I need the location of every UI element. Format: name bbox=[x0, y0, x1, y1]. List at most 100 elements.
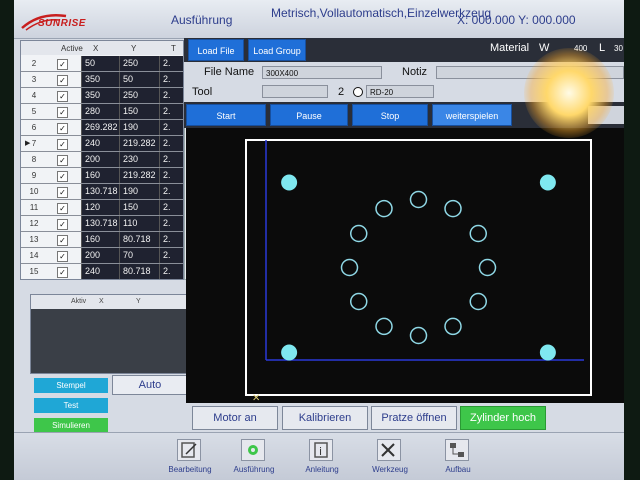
cell-y: 250 bbox=[119, 56, 159, 71]
nav-werkzeug-label: Werkzeug bbox=[372, 465, 408, 474]
nav-ausfuehrung[interactable]: Ausführung bbox=[224, 439, 284, 479]
active-checkbox[interactable]: ✓ bbox=[57, 235, 68, 246]
cell-x: 130.718 bbox=[81, 184, 119, 199]
tool-field[interactable] bbox=[262, 85, 328, 98]
active-checkbox[interactable]: ✓ bbox=[57, 59, 68, 70]
punch-table[interactable]: Active X Y T 2 ✓ 50 250 2. 3 ✓ 350 50 2. 4 ✓ 350 250 2… bbox=[20, 40, 184, 280]
active-checkbox[interactable]: ✓ bbox=[57, 251, 68, 262]
row-number: 12 bbox=[21, 216, 47, 231]
group-table[interactable]: Aktiv X Y T bbox=[30, 294, 204, 374]
material-label: Material bbox=[490, 42, 530, 54]
cell-x: 200 bbox=[81, 152, 119, 167]
file-name-field[interactable]: 300X400 bbox=[262, 66, 382, 79]
cell-t: 2. bbox=[159, 120, 183, 135]
active-checkbox[interactable]: ✓ bbox=[57, 155, 68, 166]
table-header: Active X Y T bbox=[21, 41, 183, 55]
nav-anleitung[interactable]: i Anleitung bbox=[292, 439, 352, 479]
table-row[interactable]: 9 ✓ 160 219.282 2. bbox=[21, 168, 183, 184]
active-checkbox[interactable]: ✓ bbox=[57, 139, 68, 150]
cell-x: 240 bbox=[81, 136, 119, 151]
active-checkbox[interactable]: ✓ bbox=[57, 219, 68, 230]
cell-y: 219.282 bbox=[119, 168, 159, 183]
punch-hole bbox=[469, 224, 488, 243]
cell-x: 280 bbox=[81, 104, 119, 119]
table-row[interactable]: 3 ✓ 350 50 2. bbox=[21, 72, 183, 88]
cell-t: 2. bbox=[159, 104, 183, 119]
cell-t: 2. bbox=[159, 152, 183, 167]
test-button[interactable]: Test bbox=[34, 398, 108, 413]
punch-hole bbox=[469, 292, 488, 311]
cell-t: 2. bbox=[159, 248, 183, 263]
active-checkbox[interactable]: ✓ bbox=[57, 267, 68, 278]
auto-button[interactable]: Auto bbox=[112, 375, 188, 395]
table-row[interactable]: 14 ✓ 200 70 2. bbox=[21, 248, 183, 264]
mode-title: Ausführung bbox=[171, 13, 233, 27]
cell-t: 2. bbox=[159, 56, 183, 71]
active-checkbox[interactable]: ✓ bbox=[57, 203, 68, 214]
motor-an-button[interactable]: Motor an bbox=[192, 406, 278, 430]
active-checkbox[interactable]: ✓ bbox=[57, 91, 68, 102]
cell-y: 230 bbox=[119, 152, 159, 167]
table-row[interactable]: 2 ✓ 50 250 2. bbox=[21, 56, 183, 72]
punch-hole bbox=[340, 258, 359, 277]
header-bar: SUNRISE Ausführung Metrisch,Vollautomati… bbox=[14, 0, 624, 39]
pause-button[interactable]: Pause bbox=[270, 104, 348, 126]
table-row[interactable]: 15 ✓ 240 80.718 2. bbox=[21, 264, 183, 279]
punch-hole bbox=[444, 199, 462, 218]
cell-y: 50 bbox=[119, 72, 159, 87]
table-row[interactable]: 5 ✓ 280 150 2. bbox=[21, 104, 183, 120]
weiterspielen-button[interactable]: weiterspielen bbox=[432, 104, 512, 126]
length-value: 30 bbox=[614, 44, 623, 53]
punch-hole bbox=[375, 317, 393, 336]
sunrise-logo: SUNRISE bbox=[20, 10, 90, 32]
nav-ausfuehrung-label: Ausführung bbox=[233, 465, 275, 474]
cell-t: 2. bbox=[159, 184, 183, 199]
cell-y: 190 bbox=[119, 184, 159, 199]
pratze-oeffnen-button[interactable]: Pratze öffnen bbox=[371, 406, 457, 430]
active-checkbox[interactable]: ✓ bbox=[57, 123, 68, 134]
cell-x: 130.718 bbox=[81, 216, 119, 231]
zylinder-hoch-button[interactable]: Zylinder hoch bbox=[460, 406, 546, 430]
active-checkbox[interactable]: ✓ bbox=[57, 171, 68, 182]
cell-y: 190 bbox=[119, 120, 159, 135]
table-row[interactable]: 12 ✓ 130.718 110 2. bbox=[21, 216, 183, 232]
nav-aufbau[interactable]: Aufbau bbox=[428, 439, 488, 479]
punch-hole bbox=[375, 199, 393, 218]
table-row[interactable]: 8 ✓ 200 230 2. bbox=[21, 152, 183, 168]
load-file-button[interactable]: Load File bbox=[188, 39, 244, 61]
structure-icon bbox=[445, 439, 469, 461]
stempel-button[interactable]: Stempel bbox=[34, 378, 108, 393]
tool-radio[interactable] bbox=[353, 87, 363, 97]
cell-x: 350 bbox=[81, 72, 119, 87]
start-button[interactable]: Start bbox=[186, 104, 266, 126]
nav-bearbeitung-label: Bearbeitung bbox=[168, 465, 212, 474]
stop-button[interactable]: Stop bbox=[352, 104, 428, 126]
table-row[interactable]: 11 ✓ 120 150 2. bbox=[21, 200, 183, 216]
table-row[interactable]: 13 ✓ 160 80.718 2. bbox=[21, 232, 183, 248]
file-name-label: File Name bbox=[204, 66, 255, 78]
table-row[interactable]: 4 ✓ 350 250 2. bbox=[21, 88, 183, 104]
active-checkbox[interactable]: ✓ bbox=[57, 107, 68, 118]
row-number: 11 bbox=[21, 200, 47, 215]
table-row[interactable]: 7 ▶ ✓ 240 219.282 2. bbox=[21, 136, 183, 152]
table-row[interactable]: 10 ✓ 130.718 190 2. bbox=[21, 184, 183, 200]
kalibrieren-button[interactable]: Kalibrieren bbox=[282, 406, 368, 430]
workpiece-outline bbox=[245, 139, 592, 396]
tool-name-field[interactable]: RD-20 bbox=[366, 85, 434, 98]
cell-t: 2. bbox=[159, 72, 183, 87]
col-aktiv: Aktiv bbox=[71, 298, 87, 305]
glare-decoration bbox=[524, 48, 614, 138]
preview-canvas[interactable]: ✕ bbox=[186, 128, 624, 403]
nav-bearbeitung[interactable]: Bearbeitung bbox=[160, 439, 220, 479]
active-checkbox[interactable]: ✓ bbox=[57, 187, 68, 198]
active-checkbox[interactable]: ✓ bbox=[57, 75, 68, 86]
col-x: X bbox=[93, 44, 99, 53]
nav-werkzeug[interactable]: Werkzeug bbox=[360, 439, 420, 479]
origin-marker-icon: ✕ bbox=[252, 393, 260, 403]
col-y: Y bbox=[131, 44, 137, 53]
load-group-button[interactable]: Load Group bbox=[248, 39, 306, 61]
table-row[interactable]: 6 ✓ 269.282 190 2. bbox=[21, 120, 183, 136]
cell-x: 160 bbox=[81, 168, 119, 183]
simulieren-button[interactable]: Simulieren bbox=[34, 418, 108, 433]
cell-y: 70 bbox=[119, 248, 159, 263]
